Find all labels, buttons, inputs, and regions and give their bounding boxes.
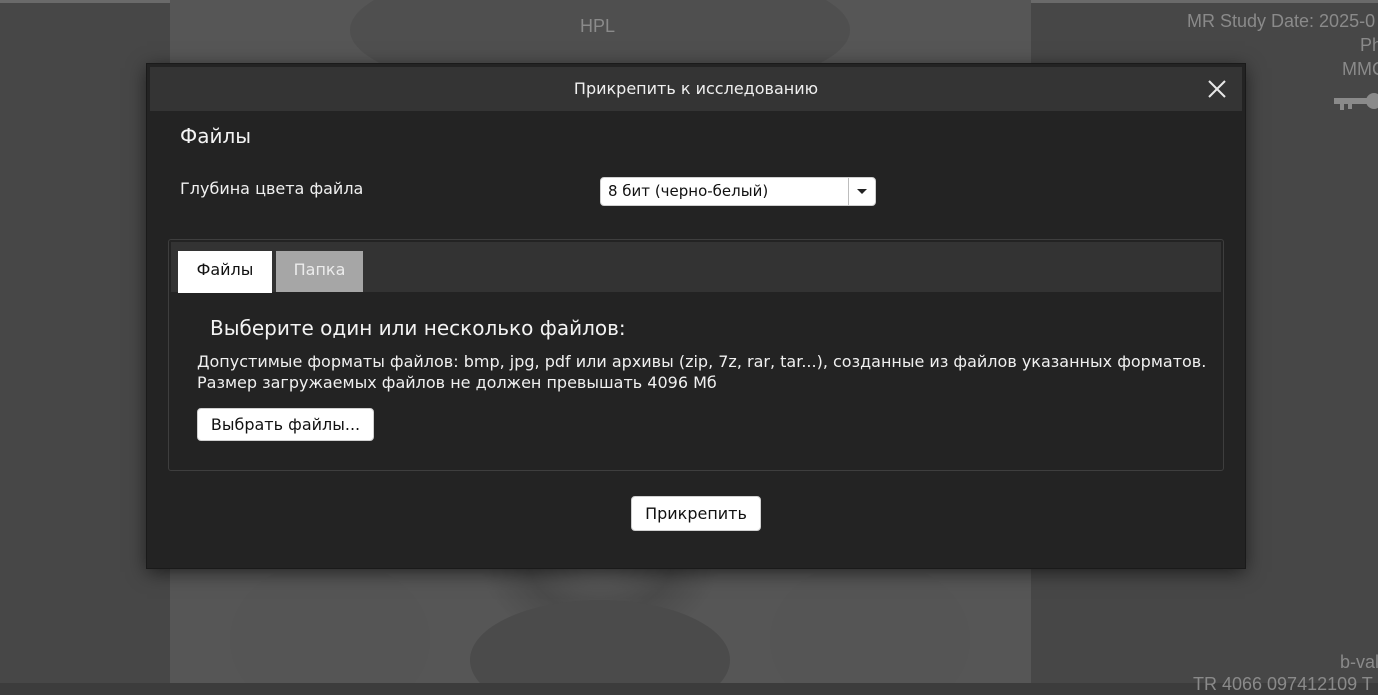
overlay-patient: Ph [1360, 35, 1378, 55]
overlay-tr: TR 4066 097412109 T [1193, 674, 1373, 694]
overlay-study-date: MR Study Date: 2025-0 [1187, 11, 1376, 31]
section-title: Файлы [180, 124, 252, 148]
choose-files-button[interactable]: Выбрать файлы... [197, 408, 374, 441]
tab-files[interactable]: Файлы [178, 251, 272, 293]
attach-button[interactable]: Прикрепить [631, 496, 761, 531]
color-depth-select[interactable]: 8 бит (черно-белый) [600, 177, 876, 206]
key-icon [1334, 93, 1378, 110]
max-size-text: Размер загружаемых файлов не должен прев… [197, 373, 717, 392]
color-depth-label: Глубина цвета файла [180, 179, 364, 198]
overlay-institution: MMC [1342, 59, 1378, 79]
chevron-down-icon[interactable] [857, 189, 867, 194]
tab-folder[interactable]: Папка [276, 251, 363, 292]
tab-bar: Файлы Папка [171, 242, 1221, 293]
overlay-b-value: b-val [1340, 652, 1378, 672]
overlay-top-center: HPL [580, 16, 616, 36]
upload-tabs-panel: Файлы Папка Выберите один или несколько … [168, 239, 1224, 471]
attach-dialog: Прикрепить к исследованию Файлы Глубина … [147, 64, 1245, 568]
dialog-title: Прикрепить к исследованию [573, 79, 819, 98]
dialog-header: Прикрепить к исследованию [150, 67, 1242, 111]
color-depth-value: 8 бит (черно-белый) [608, 182, 769, 200]
choose-files-heading: Выберите один или несколько файлов: [210, 316, 626, 340]
select-divider [848, 178, 849, 205]
allowed-formats-text: Допустимые форматы файлов: bmp, jpg, pdf… [197, 352, 1207, 371]
close-icon[interactable] [1206, 78, 1228, 100]
